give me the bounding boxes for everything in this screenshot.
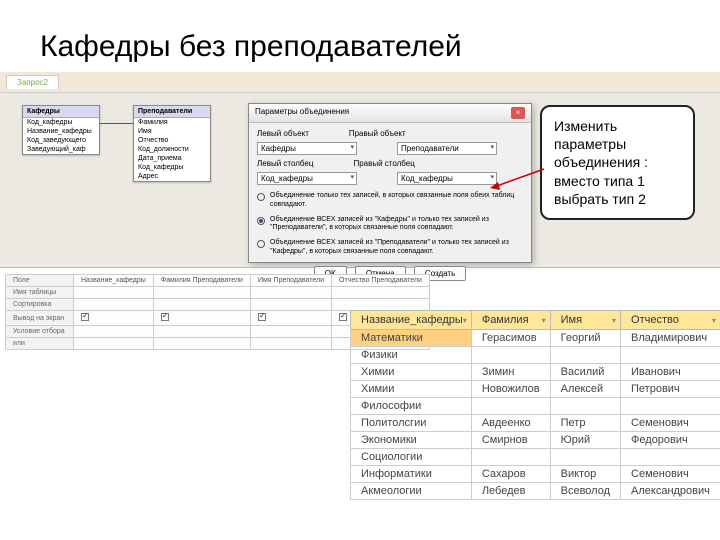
- checkbox-icon[interactable]: [339, 313, 347, 321]
- table-row[interactable]: Социологии: [351, 449, 720, 466]
- join-option-1[interactable]: Объединение только тех записей, в которы…: [257, 189, 523, 213]
- table-row[interactable]: Философии: [351, 398, 720, 415]
- dialog-titlebar[interactable]: Параметры объединения ×: [249, 104, 531, 123]
- result-datasheet[interactable]: Название_кафедры Фамилия Имя Отчество Ма…: [350, 310, 720, 500]
- right-column-label: Правый столбец: [353, 159, 414, 168]
- table-row[interactable]: ЭкономикиСмирновЮрийФедорович: [351, 432, 720, 449]
- table-row[interactable]: ИнформатикиСахаровВикторСеменович: [351, 466, 720, 483]
- join-line[interactable]: [100, 123, 133, 124]
- join-option-3[interactable]: Объединение ВСЕХ записей из "Преподавате…: [257, 236, 523, 260]
- query-designer: Кафедры Код_кафедры Название_кафедры Код…: [0, 93, 720, 268]
- right-table-combo[interactable]: Преподаватели: [397, 142, 497, 155]
- table-box-prepodavateli[interactable]: Преподаватели Фамилия Имя Отчество Код_д…: [133, 105, 211, 182]
- close-icon[interactable]: ×: [511, 107, 525, 119]
- column-header[interactable]: Название_кафедры: [351, 311, 472, 330]
- column-header[interactable]: Отчество: [621, 311, 720, 330]
- left-column-label: Левый столбец: [257, 159, 313, 168]
- table-row[interactable]: ПолитолсгииАвдеенкоПетрСеменович: [351, 415, 720, 432]
- column-header[interactable]: Имя: [550, 311, 620, 330]
- left-column-combo[interactable]: Код_кафедры: [257, 172, 357, 185]
- checkbox-icon[interactable]: [81, 313, 89, 321]
- page-title: Кафедры без преподавателей: [0, 0, 720, 72]
- left-object-label: Левый объект: [257, 129, 309, 138]
- column-header[interactable]: Фамилия: [471, 311, 550, 330]
- left-table-combo[interactable]: Кафедры: [257, 142, 357, 155]
- table-row[interactable]: Физики: [351, 347, 720, 364]
- query-tab-strip: Запрос2: [0, 72, 720, 93]
- table-row[interactable]: АкмеологииЛебедевВсеволодАлександрович: [351, 483, 720, 500]
- table-box-kafedry[interactable]: Кафедры Код_кафедры Название_кафедры Код…: [22, 105, 100, 155]
- dialog-title-text: Параметры объединения: [255, 107, 349, 119]
- join-option-2[interactable]: Объединение ВСЕХ записей из "Кафедры" и …: [257, 213, 523, 237]
- checkbox-icon[interactable]: [258, 313, 266, 321]
- radio-icon: [257, 240, 265, 248]
- right-object-label: Правый объект: [349, 129, 406, 138]
- table-header: Кафедры: [23, 106, 99, 118]
- arrow-icon: [488, 165, 548, 195]
- radio-icon: [257, 193, 265, 201]
- table-header: Преподаватели: [134, 106, 210, 118]
- callout-annotation: Изменить параметры объединения : вместо …: [540, 105, 695, 220]
- right-column-combo[interactable]: Код_кафедры: [397, 172, 497, 185]
- table-row[interactable]: ХимииЗиминВасилийИванович: [351, 364, 720, 381]
- radio-icon: [257, 217, 265, 225]
- checkbox-icon[interactable]: [161, 313, 169, 321]
- table-row[interactable]: ХимииНовожиловАлексейПетрович: [351, 381, 720, 398]
- table-row[interactable]: МатематикиГерасимовГеоргийВладимирович: [351, 330, 720, 347]
- query-tab[interactable]: Запрос2: [6, 75, 59, 89]
